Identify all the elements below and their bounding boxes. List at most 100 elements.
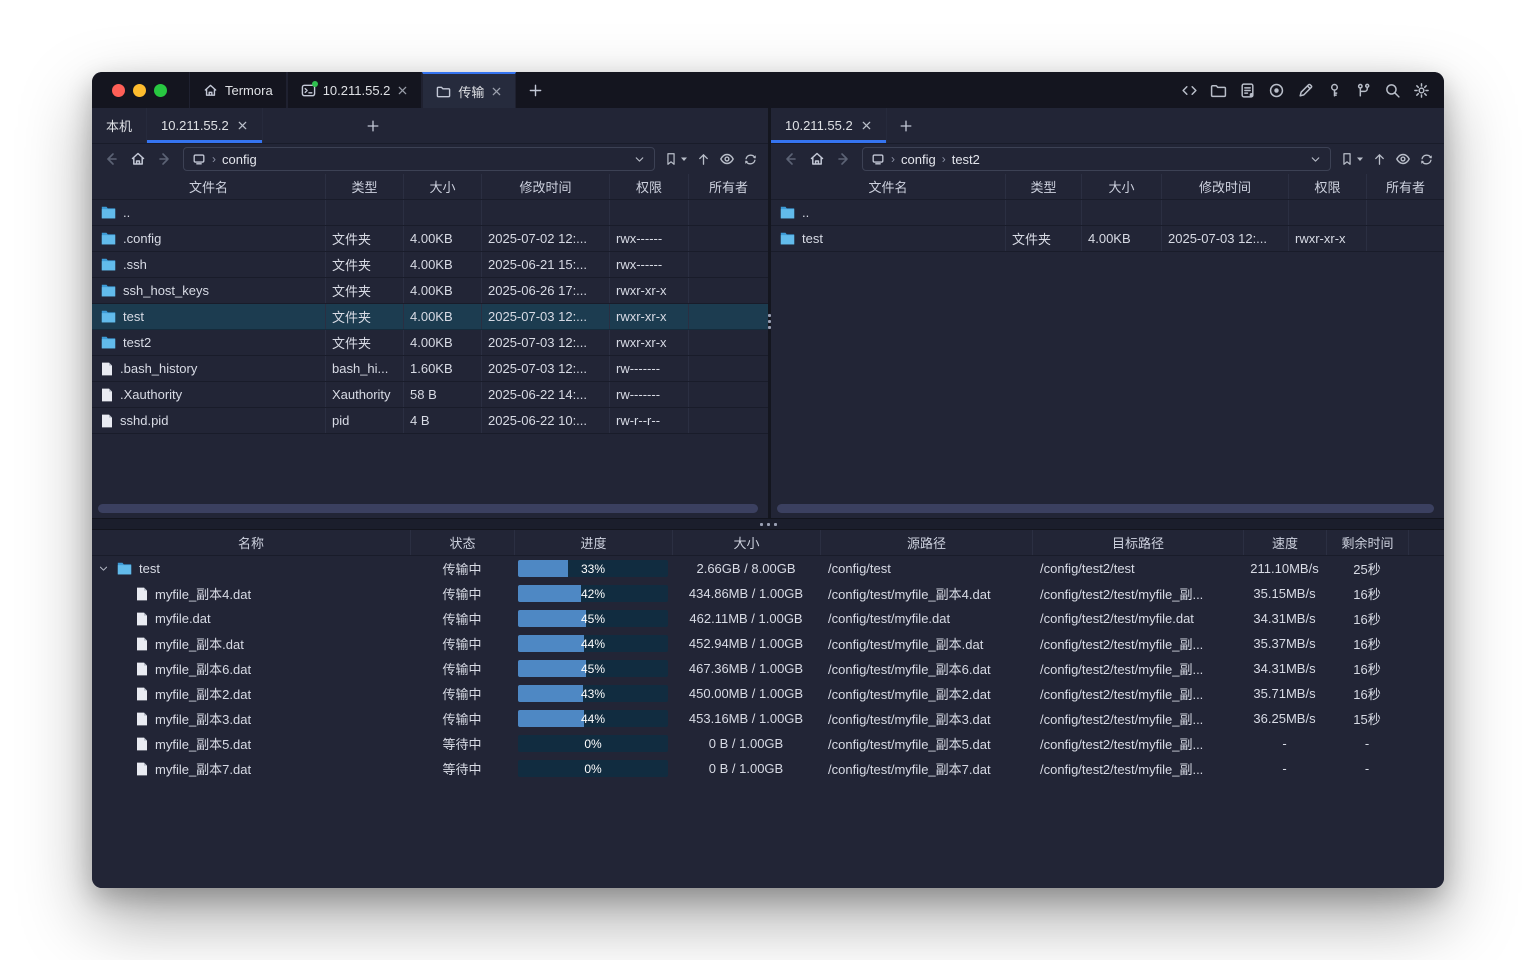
new-pane-tab-button[interactable] [354,108,392,143]
horizontal-scrollbar[interactable] [777,504,1434,513]
breadcrumb-segment[interactable]: config [222,152,257,167]
close-window-button[interactable] [112,84,125,97]
file-mtime: 2025-06-21 15:... [481,252,609,277]
breadcrumb-segment[interactable]: config [901,152,936,167]
minimize-window-button[interactable] [133,84,146,97]
search-icon[interactable] [1381,79,1403,101]
column-header-speed[interactable]: 速度 [1243,530,1326,555]
column-header-type[interactable]: 类型 [325,174,403,199]
column-header-owner[interactable]: 所有者 [688,174,768,199]
file-type: 文件夹 [1005,226,1081,251]
horizontal-scrollbar[interactable] [98,504,758,513]
column-header-owner[interactable]: 所有者 [1366,174,1444,199]
bookmark-button[interactable] [664,152,688,166]
back-icon[interactable] [102,150,120,168]
column-header-name[interactable]: 文件名 [92,174,325,199]
log-icon[interactable] [1236,79,1258,101]
table-row[interactable]: .ssh 文件夹 4.00KB 2025-06-21 15:... rwx---… [92,252,768,278]
transfer-row[interactable]: myfile_副本5.dat 等待中 0% 0 B / 1.00GB /conf… [92,731,1444,756]
table-row[interactable]: sshd.pid pid 4 B 2025-06-22 10:... rw-r-… [92,408,768,434]
settings-icon[interactable] [1410,79,1432,101]
transfer-eta: 16秒 [1326,659,1408,678]
column-header-perm[interactable]: 权限 [1288,174,1366,199]
home-icon[interactable] [129,150,147,168]
table-row[interactable]: test2 文件夹 4.00KB 2025-07-03 12:... rwxr-… [92,330,768,356]
pane-tab[interactable]: 10.211.55.2 [771,108,887,143]
transfer-row[interactable]: myfile_副本4.dat 传输中 42% 434.86MB / 1.00GB… [92,581,1444,606]
port-forward-icon[interactable] [1352,79,1374,101]
pane-tab[interactable]: 10.211.55.2 [147,108,263,143]
chevron-down-icon[interactable] [633,153,646,166]
show-hidden-icon[interactable] [719,151,735,167]
edit-icon[interactable] [1294,79,1316,101]
table-row[interactable]: .. [771,200,1444,226]
column-header-perm[interactable]: 权限 [609,174,688,199]
folder-icon [101,310,116,323]
key-icon[interactable] [1323,79,1345,101]
column-header-source[interactable]: 源路径 [820,530,1032,555]
table-row[interactable]: .. [92,200,768,226]
transfer-row[interactable]: myfile_副本6.dat 传输中 45% 467.36MB / 1.00GB… [92,656,1444,681]
refresh-icon[interactable] [743,152,758,167]
record-icon[interactable] [1265,79,1287,101]
table-row[interactable]: .bash_history bash_hi... 1.60KB 2025-07-… [92,356,768,382]
column-header-size[interactable]: 大小 [672,530,820,555]
folder-icon[interactable] [1207,79,1229,101]
file-mtime [1161,200,1288,225]
column-header-type[interactable]: 类型 [1005,174,1081,199]
column-header-name[interactable]: 文件名 [771,174,1005,199]
splitter-grip[interactable] [760,523,777,526]
titlebar-tab[interactable]: Termora [189,72,287,108]
bookmark-button[interactable] [1340,152,1364,166]
show-hidden-icon[interactable] [1395,151,1411,167]
column-header-target[interactable]: 目标路径 [1032,530,1243,555]
code-icon[interactable] [1178,79,1200,101]
transfer-speed: 36.25MB/s [1243,711,1326,726]
table-row[interactable]: .config 文件夹 4.00KB 2025-07-02 12:... rwx… [92,226,768,252]
new-tab-button[interactable] [516,72,555,108]
column-header-mtime[interactable]: 修改时间 [481,174,609,199]
table-row[interactable]: test 文件夹 4.00KB 2025-07-03 12:... rwxr-x… [92,304,768,330]
refresh-icon[interactable] [1419,152,1434,167]
transfer-row[interactable]: test 传输中 33% 2.66GB / 8.00GB /config/tes… [92,556,1444,581]
pane-tab[interactable]: 本机 [92,108,147,143]
left-breadcrumb[interactable]: › config [183,147,655,171]
table-row[interactable]: ssh_host_keys 文件夹 4.00KB 2025-06-26 17:.… [92,278,768,304]
transfer-row[interactable]: myfile_副本2.dat 传输中 43% 450.00MB / 1.00GB… [92,681,1444,706]
column-header-size[interactable]: 大小 [403,174,481,199]
column-header-name[interactable]: 名称 [92,530,410,555]
titlebar-tab[interactable]: 传输 [422,72,516,108]
column-header-status[interactable]: 状态 [410,530,514,555]
transfer-row[interactable]: myfile_副本.dat 传输中 44% 452.94MB / 1.00GB … [92,631,1444,656]
progress-bar: 44% [518,710,668,727]
maximize-window-button[interactable] [154,84,167,97]
forward-icon[interactable] [156,150,174,168]
new-pane-tab-button[interactable] [887,108,925,143]
close-tab-icon[interactable] [397,85,408,96]
table-row[interactable]: test 文件夹 4.00KB 2025-07-03 12:... rwxr-x… [771,226,1444,252]
column-header-progress[interactable]: 进度 [514,530,672,555]
upload-icon[interactable] [1372,152,1387,167]
breadcrumb-segment[interactable]: test2 [952,152,980,167]
table-row[interactable]: .Xauthority Xauthority 58 B 2025-06-22 1… [92,382,768,408]
back-icon[interactable] [781,150,799,168]
chevron-down-icon[interactable] [98,563,110,574]
home-icon[interactable] [808,150,826,168]
forward-icon[interactable] [835,150,853,168]
file-size: 58 B [403,382,481,407]
horizontal-splitter[interactable] [92,518,1444,530]
close-tab-icon[interactable] [491,86,502,97]
close-tab-icon[interactable] [861,120,872,131]
transfer-status: 等待中 [410,734,514,753]
column-header-size[interactable]: 大小 [1081,174,1161,199]
transfer-row[interactable]: myfile.dat 传输中 45% 462.11MB / 1.00GB /co… [92,606,1444,631]
column-header-mtime[interactable]: 修改时间 [1161,174,1288,199]
transfer-row[interactable]: myfile_副本3.dat 传输中 44% 453.16MB / 1.00GB… [92,706,1444,731]
transfer-row[interactable]: myfile_副本7.dat 等待中 0% 0 B / 1.00GB /conf… [92,756,1444,781]
chevron-down-icon[interactable] [1309,153,1322,166]
right-breadcrumb[interactable]: › config › test2 [862,147,1331,171]
upload-icon[interactable] [696,152,711,167]
titlebar-tab[interactable]: 10.211.55.2 [287,72,423,108]
column-header-eta[interactable]: 剩余时间 [1326,530,1408,555]
close-tab-icon[interactable] [237,120,248,131]
